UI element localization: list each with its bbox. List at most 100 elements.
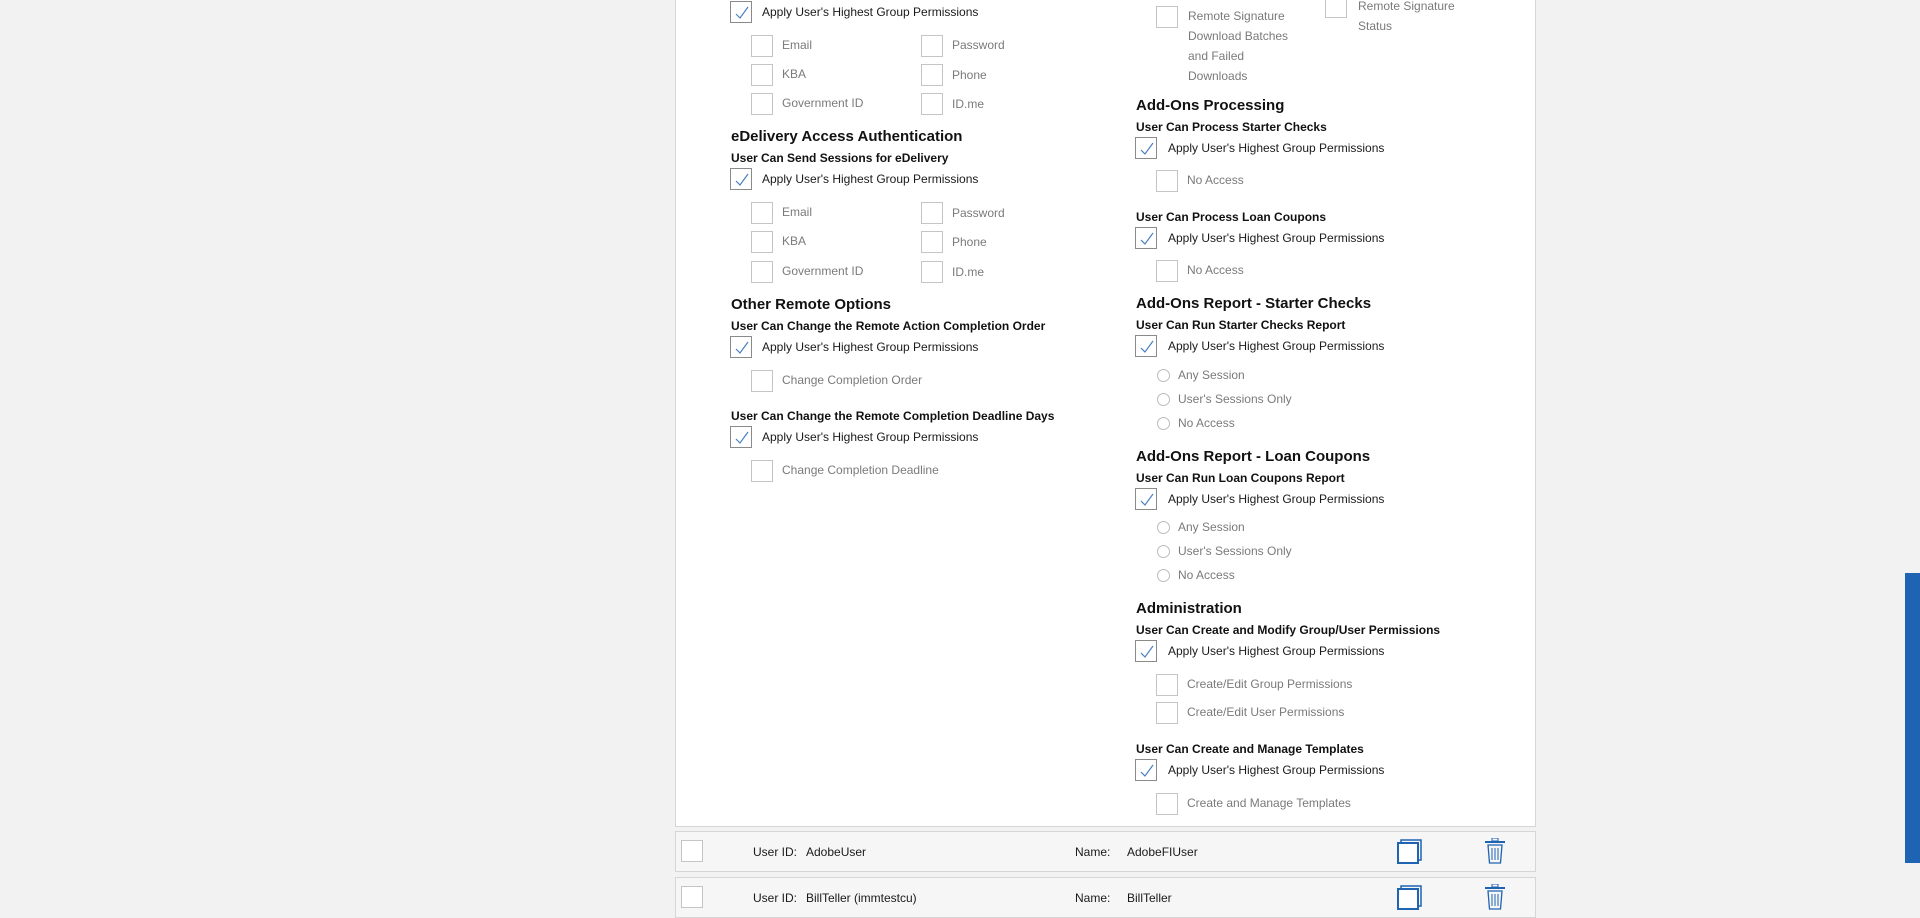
trash-icon[interactable]	[1484, 837, 1506, 869]
report-loan-no-access-radio[interactable]	[1157, 569, 1170, 582]
idme-checkbox[interactable]	[921, 93, 943, 115]
report-starter-users-sessions-label: User's Sessions Only	[1178, 392, 1292, 406]
create-edit-group-permissions-checkbox[interactable]	[1156, 674, 1178, 696]
apply-highest-checkbox-loan-coupons[interactable]	[1135, 227, 1157, 249]
permissions-subtitle: User Can Create and Modify Group/User Pe…	[1136, 623, 1441, 637]
apply-highest-checkbox-templates[interactable]	[1135, 759, 1157, 781]
apply-highest-checkbox-starter-checks[interactable]	[1135, 137, 1157, 159]
check-icon	[1140, 493, 1154, 506]
apply-highest-checkbox-completion-order[interactable]	[730, 336, 752, 358]
report-loan-any-session-radio[interactable]	[1157, 521, 1170, 534]
kba-label: KBA	[782, 67, 807, 81]
apply-highest-checkbox-report-loan[interactable]	[1135, 488, 1157, 510]
scrollbar-thumb[interactable]	[1905, 573, 1920, 863]
idme-label: ID.me	[952, 97, 985, 111]
user-id-label: User ID:	[753, 891, 798, 905]
report-loan-users-sessions-radio[interactable]	[1157, 545, 1170, 558]
user-id-label: User ID:	[753, 845, 798, 859]
name-value: BillTeller	[1127, 891, 1172, 905]
apply-highest-label: Apply User's Highest Group Permissions	[762, 430, 979, 444]
report-starter-users-sessions-radio[interactable]	[1157, 393, 1170, 406]
check-icon	[735, 431, 749, 444]
apply-highest-label: Apply User's Highest Group Permissions	[1168, 231, 1385, 245]
edelivery-idme-label: ID.me	[952, 265, 985, 279]
remote-signature-download-label: Remote Signature Download Batches and Fa…	[1188, 9, 1289, 83]
user-row[interactable]: User ID: AdobeUser Name: AdobeFIUser	[675, 831, 1536, 872]
create-manage-templates-checkbox[interactable]	[1156, 793, 1178, 815]
edelivery-kba-label: KBA	[782, 234, 807, 248]
loan-coupons-no-access-checkbox[interactable]	[1156, 260, 1178, 282]
edelivery-government-id-checkbox[interactable]	[751, 261, 773, 283]
loan-coupons-subtitle: User Can Process Loan Coupons	[1136, 210, 1327, 224]
apply-highest-checkbox-auth[interactable]	[730, 1, 752, 23]
apply-highest-label: Apply User's Highest Group Permissions	[762, 172, 979, 186]
check-icon	[735, 341, 749, 354]
check-icon	[1140, 232, 1154, 245]
report-loan-users-sessions-label: User's Sessions Only	[1178, 544, 1292, 558]
user-row[interactable]: User ID: BillTeller (immtestcu) Name: Bi…	[675, 877, 1536, 918]
copy-icon[interactable]	[1397, 839, 1423, 870]
other-remote-title: Other Remote Options	[731, 296, 892, 313]
report-starter-subtitle: User Can Run Starter Checks Report	[1136, 318, 1346, 332]
kba-checkbox[interactable]	[751, 64, 773, 86]
trash-icon[interactable]	[1484, 883, 1506, 915]
create-edit-group-permissions-label: Create/Edit Group Permissions	[1187, 677, 1353, 691]
edelivery-government-id-label: Government ID	[782, 264, 864, 278]
templates-subtitle: User Can Create and Manage Templates	[1136, 742, 1364, 756]
email-label: Email	[782, 38, 813, 52]
user-id-value: BillTeller (immtestcu)	[806, 891, 917, 905]
edelivery-password-checkbox[interactable]	[921, 202, 943, 224]
report-starter-any-session-radio[interactable]	[1157, 369, 1170, 382]
apply-highest-label: Apply User's Highest Group Permissions	[1168, 763, 1385, 777]
name-value: AdobeFIUser	[1127, 845, 1198, 859]
apply-highest-checkbox-permissions[interactable]	[1135, 640, 1157, 662]
remote-signature-status-label: Remote Signature Status	[1358, 0, 1455, 33]
report-starter-title: Add-Ons Report - Starter Checks	[1136, 295, 1372, 312]
apply-highest-checkbox-completion-deadline[interactable]	[730, 426, 752, 448]
create-edit-user-permissions-checkbox[interactable]	[1156, 702, 1178, 724]
starter-checks-no-access-label: No Access	[1187, 173, 1244, 187]
check-icon	[1140, 645, 1154, 658]
edelivery-title: eDelivery Access Authentication	[731, 128, 963, 145]
apply-highest-checkbox-edelivery[interactable]	[730, 168, 752, 190]
loan-coupons-no-access-label: No Access	[1187, 263, 1244, 277]
change-completion-order-label: Change Completion Order	[782, 373, 923, 387]
apply-highest-label: Apply User's Highest Group Permissions	[1168, 339, 1385, 353]
remote-signature-status-checkbox[interactable]	[1325, 0, 1347, 18]
password-label: Password	[952, 38, 1005, 52]
apply-highest-label: Apply User's Highest Group Permissions	[1168, 492, 1385, 506]
addons-processing-title: Add-Ons Processing	[1136, 97, 1285, 114]
report-loan-no-access-label: No Access	[1178, 568, 1235, 582]
user-row-select-checkbox[interactable]	[681, 886, 703, 908]
edelivery-idme-checkbox[interactable]	[921, 261, 943, 283]
completion-deadline-subtitle: User Can Change the Remote Completion De…	[731, 409, 1055, 423]
starter-checks-subtitle: User Can Process Starter Checks	[1136, 120, 1327, 134]
create-edit-user-permissions-label: Create/Edit User Permissions	[1187, 705, 1345, 719]
apply-highest-checkbox-report-starter[interactable]	[1135, 335, 1157, 357]
phone-checkbox[interactable]	[921, 64, 943, 86]
report-starter-no-access-radio[interactable]	[1157, 417, 1170, 430]
edelivery-kba-checkbox[interactable]	[751, 231, 773, 253]
email-checkbox[interactable]	[751, 35, 773, 57]
password-checkbox[interactable]	[921, 35, 943, 57]
edelivery-subtitle: User Can Send Sessions for eDelivery	[731, 151, 949, 165]
remote-signature-download-checkbox[interactable]	[1156, 6, 1178, 28]
edelivery-phone-label: Phone	[952, 235, 987, 249]
edelivery-phone-checkbox[interactable]	[921, 231, 943, 253]
government-id-checkbox[interactable]	[751, 93, 773, 115]
check-icon	[735, 173, 749, 186]
change-completion-order-checkbox[interactable]	[751, 370, 773, 392]
check-icon	[1140, 142, 1154, 155]
apply-highest-label: Apply User's Highest Group Permissions	[1168, 644, 1385, 658]
starter-checks-no-access-checkbox[interactable]	[1156, 170, 1178, 192]
user-row-select-checkbox[interactable]	[681, 840, 703, 862]
report-starter-any-session-label: Any Session	[1178, 368, 1245, 382]
name-label: Name:	[1075, 891, 1111, 905]
edelivery-password-label: Password	[952, 206, 1005, 220]
report-loan-title: Add-Ons Report - Loan Coupons	[1136, 448, 1371, 465]
edelivery-email-checkbox[interactable]	[751, 202, 773, 224]
create-manage-templates-label: Create and Manage Templates	[1187, 796, 1351, 810]
edelivery-email-label: Email	[782, 205, 813, 219]
change-completion-deadline-checkbox[interactable]	[751, 460, 773, 482]
government-id-label: Government ID	[782, 96, 864, 110]
